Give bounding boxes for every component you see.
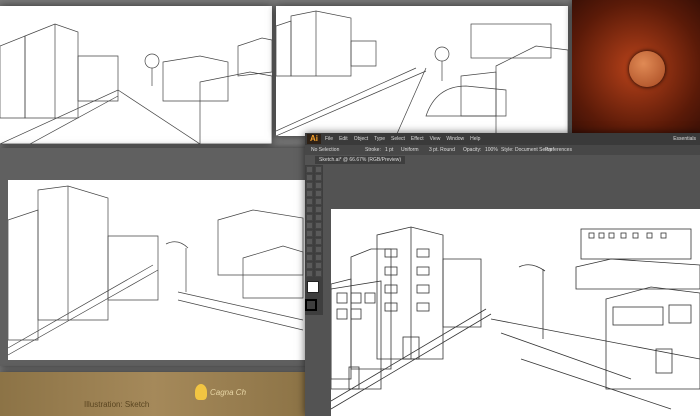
lasso-tool-icon[interactable] [315, 174, 322, 181]
warp-tool-icon[interactable] [306, 222, 313, 229]
caption-banner: Illustration: Sketch Cagna Ch [0, 372, 308, 416]
pen-tool-icon[interactable] [306, 182, 313, 189]
symbol-sprayer-tool-icon[interactable] [306, 254, 313, 261]
type-tool-icon[interactable] [315, 182, 322, 189]
menu-edit[interactable]: Edit [339, 134, 348, 144]
slice-tool-icon[interactable] [315, 262, 322, 269]
perspective-grid-tool-icon[interactable] [315, 230, 322, 237]
opacity-label: Opacity: [463, 147, 482, 153]
caption-text: Illustration: Sketch [84, 400, 150, 409]
menu-items: File Edit Object Type Select Effect View… [325, 134, 480, 144]
magic-wand-tool-icon[interactable] [306, 174, 313, 181]
logo-text: Cagna Ch [210, 388, 247, 397]
blob-brush-tool-icon[interactable] [306, 206, 313, 213]
paintbrush-tool-icon[interactable] [306, 198, 313, 205]
mesh-tool-icon[interactable] [306, 238, 313, 245]
artboard [331, 209, 700, 416]
eraser-tool-icon[interactable] [315, 206, 322, 213]
ai-logo: Ai [307, 134, 321, 144]
column-graph-tool-icon[interactable] [315, 254, 322, 261]
free-transform-tool-icon[interactable] [315, 222, 322, 229]
gradient-tool-icon[interactable] [315, 238, 322, 245]
control-panel: No Selection Stroke: 1 pt Uniform 3 pt. … [305, 145, 700, 155]
opacity-value[interactable]: 100% [485, 147, 498, 153]
direct-selection-tool-icon[interactable] [315, 166, 322, 173]
blend-tool-icon[interactable] [315, 246, 322, 253]
brush-select[interactable]: 3 pt. Round [429, 147, 455, 153]
pencil-tool-icon[interactable] [315, 198, 322, 205]
rotate-tool-icon[interactable] [306, 214, 313, 221]
fill-swatch[interactable] [307, 281, 319, 293]
sketch-panel-1 [0, 6, 272, 144]
menu-bar: Ai File Edit Object Type Select Effect V… [305, 133, 700, 145]
eyedropper-tool-icon[interactable] [306, 246, 313, 253]
artboard-tool-icon[interactable] [306, 262, 313, 269]
line-tool-icon[interactable] [306, 190, 313, 197]
zoom-tool-icon[interactable] [315, 270, 322, 277]
street-sketch-2 [276, 10, 568, 136]
stroke-swatch[interactable] [305, 299, 317, 311]
menu-type[interactable]: Type [374, 134, 385, 144]
illustrator-splash [572, 0, 700, 135]
menu-object[interactable]: Object [354, 134, 368, 144]
street-sketch-1 [0, 23, 272, 144]
street-sketch-3 [8, 185, 304, 356]
menu-help[interactable]: Help [470, 134, 480, 144]
menu-file[interactable]: File [325, 134, 333, 144]
selection-status: No Selection [311, 147, 340, 153]
shape-builder-tool-icon[interactable] [306, 230, 313, 237]
tools-panel [305, 165, 323, 315]
menu-window[interactable]: Window [446, 134, 464, 144]
sketch-panel-2 [276, 6, 568, 136]
style-label: Style: [501, 147, 514, 153]
adobe-illustrator-splash-icon [629, 51, 665, 87]
lightbulb-icon [195, 384, 207, 400]
stroke-value[interactable]: 1 pt [385, 147, 393, 153]
rectangle-tool-icon[interactable] [315, 190, 322, 197]
hand-tool-icon[interactable] [306, 270, 313, 277]
illustrator-window: Ai File Edit Object Type Select Effect V… [305, 133, 700, 416]
menu-select[interactable]: Select [391, 134, 405, 144]
stroke-style[interactable]: Uniform [401, 147, 419, 153]
workspace-switcher[interactable]: Essentials [673, 136, 696, 142]
menu-effect[interactable]: Effect [411, 134, 424, 144]
street-sketch-main [331, 226, 700, 410]
preferences-button[interactable]: Preferences [545, 147, 572, 153]
stroke-label: Stroke: [365, 147, 381, 153]
sketch-panel-3 [0, 148, 310, 366]
menu-view[interactable]: View [430, 134, 441, 144]
selection-tool-icon[interactable] [306, 166, 313, 173]
scale-tool-icon[interactable] [315, 214, 322, 221]
document-tab[interactable]: Sketch.ai* @ 66.67% (RGB/Preview) [315, 156, 406, 164]
